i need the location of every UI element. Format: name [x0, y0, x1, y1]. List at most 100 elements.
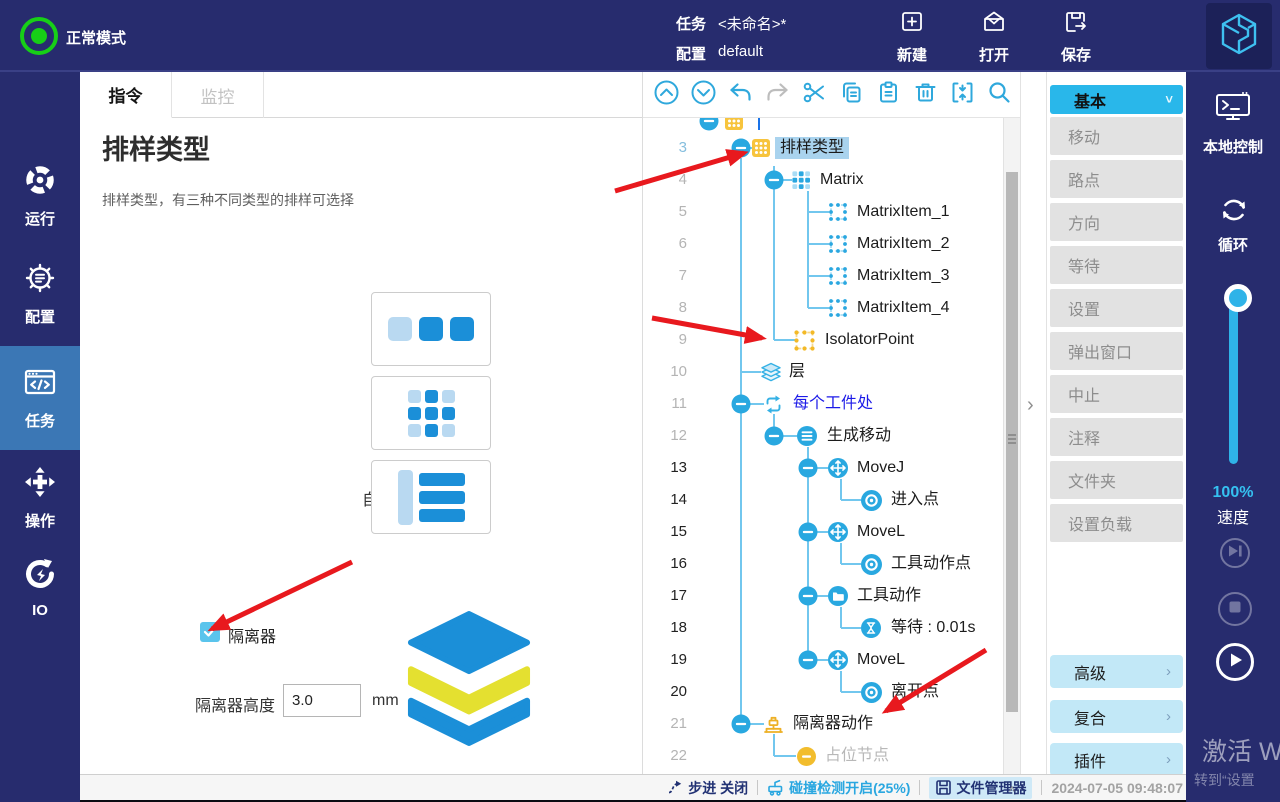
tree-node-label[interactable]: MatrixItem_3: [857, 265, 949, 287]
terminal-icon[interactable]: [1214, 90, 1252, 131]
isolator-height-input[interactable]: [283, 684, 361, 717]
tree-connector: [841, 499, 861, 501]
collision-detect[interactable]: 碰撞检测开启(25%): [767, 778, 910, 798]
option-line-button[interactable]: [371, 292, 491, 366]
play-button[interactable]: [1216, 643, 1254, 681]
option-custom-button[interactable]: [371, 460, 491, 534]
move-up-button[interactable]: [653, 81, 680, 108]
config-value[interactable]: default: [718, 43, 763, 64]
tree-row-number: 17: [643, 585, 687, 607]
collapse-toggle[interactable]: [731, 138, 751, 163]
isolator-checkbox[interactable]: [200, 622, 220, 642]
tree-node-label[interactable]: 生成移动: [827, 425, 891, 447]
copy-button[interactable]: [838, 81, 865, 108]
collapse-icon: [949, 79, 976, 111]
cycle-icon[interactable]: [1216, 192, 1252, 233]
palette-item-5[interactable]: 设置: [1050, 289, 1183, 327]
pattern-square: [450, 317, 474, 341]
palette-item-8[interactable]: 注释: [1050, 418, 1183, 456]
palette-header-basic[interactable]: 基本 ˅: [1050, 85, 1183, 114]
palette-item-1[interactable]: 移动: [1050, 117, 1183, 155]
option-matrix-button[interactable]: [371, 376, 491, 450]
tree-node-label[interactable]: 等待 : 0.01s: [891, 617, 975, 639]
sidebar-item-task[interactable]: 任务: [0, 346, 80, 450]
open-button[interactable]: 打开: [966, 8, 1022, 65]
delete-button[interactable]: [912, 81, 939, 108]
tree-node-label[interactable]: Matrix: [820, 169, 864, 191]
palette-item-2[interactable]: 路点: [1050, 160, 1183, 198]
palette-item-7[interactable]: 中止: [1050, 375, 1183, 413]
tree-node-label[interactable]: MatrixItem_2: [857, 233, 949, 255]
palette-item-6[interactable]: 弹出窗口: [1050, 332, 1183, 370]
tree-node-label[interactable]: MoveL: [857, 649, 905, 671]
palette-group-plugin[interactable]: 插件›: [1050, 743, 1183, 776]
tree-node-label[interactable]: 工具动作: [857, 585, 921, 607]
search-button[interactable]: [986, 81, 1013, 108]
speed-slider-handle[interactable]: [1224, 284, 1252, 312]
save-button[interactable]: 保存: [1048, 8, 1104, 65]
tree-node-label[interactable]: MatrixItem_4: [857, 297, 949, 319]
tree-node-label[interactable]: 隔离器动作: [793, 713, 873, 735]
tree-node-label[interactable]: 进入点: [891, 489, 939, 511]
tree-node-label[interactable]: 离开点: [891, 681, 939, 703]
undo-button[interactable]: [727, 81, 754, 108]
dotgrid-yellow-icon: [752, 139, 770, 157]
task-value[interactable]: <未命名>*: [718, 13, 786, 34]
palette-item-3[interactable]: 方向: [1050, 203, 1183, 241]
sidebar-item-config[interactable]: 配置: [0, 254, 80, 334]
palette-item-9[interactable]: 文件夹: [1050, 461, 1183, 499]
palette-item-10[interactable]: 设置负载: [1050, 504, 1183, 542]
step-mode-label: 步进 关闭: [688, 778, 748, 798]
tree-row-number: 5: [643, 201, 687, 223]
collapse-toggle[interactable]: [798, 586, 818, 611]
redo-icon: [764, 79, 791, 111]
collapse-toggle[interactable]: [764, 170, 784, 195]
collapse-toggle[interactable]: [731, 394, 751, 419]
collapse-toggle[interactable]: [731, 714, 751, 739]
app-logo: [1206, 3, 1272, 69]
palette-group-advanced[interactable]: 高级›: [1050, 655, 1183, 688]
step-mode[interactable]: 步进 关闭: [667, 778, 748, 798]
speed-slider-track[interactable]: [1229, 298, 1238, 464]
collapse-all-button[interactable]: [949, 81, 976, 108]
tree-node-label[interactable]: 排样类型: [775, 137, 849, 159]
scroll-up-icon[interactable]: ˄: [1004, 784, 1020, 796]
tree-connector: [740, 158, 742, 724]
tree-node-label[interactable]: IsolatorPoint: [825, 329, 914, 351]
tree-node-label[interactable]: MatrixItem_1: [857, 201, 949, 223]
move-down-button[interactable]: [690, 81, 717, 108]
sidebar-item-io[interactable]: IO: [0, 548, 80, 628]
line-pattern-icon: [388, 317, 474, 341]
tree-connector: [841, 627, 861, 629]
palette-item-4[interactable]: 等待: [1050, 246, 1183, 284]
circle-up-icon: [653, 79, 680, 111]
tab-instruction[interactable]: 指令: [80, 72, 172, 118]
scrollbar-thumb[interactable]: [1006, 172, 1018, 712]
tree-node-label[interactable]: MoveJ: [857, 457, 904, 479]
pattern-square: [408, 424, 421, 437]
cut-button[interactable]: [801, 81, 828, 108]
paste-button[interactable]: [875, 81, 902, 108]
new-button[interactable]: 新建: [884, 8, 940, 65]
collapse-toggle[interactable]: [798, 458, 818, 483]
collapse-toggle[interactable]: [798, 650, 818, 675]
collapse-toggle[interactable]: [798, 522, 818, 547]
tree-node-label[interactable]: 占位节点: [825, 745, 889, 767]
tree-connector: [773, 734, 775, 756]
tree-scrollbar[interactable]: ˄ ˅: [1003, 118, 1020, 774]
sidebar-item-run[interactable]: 运行: [0, 156, 80, 236]
layers-icon: [760, 362, 782, 383]
tab-bar: 指令监控: [80, 72, 642, 118]
palette-group-composite[interactable]: 复合›: [1050, 700, 1183, 733]
circle-target-icon: [860, 553, 883, 576]
collapse-toggle[interactable]: [764, 426, 784, 451]
tab-monitor[interactable]: 监控: [172, 72, 264, 118]
dashsquare-blue-icon: [828, 298, 848, 318]
sidebar-item-ops[interactable]: 操作: [0, 456, 80, 540]
tree-node-label[interactable]: 层: [789, 361, 805, 383]
expand-panel-icon[interactable]: ›: [1027, 394, 1034, 417]
tree-node-label[interactable]: 工具动作点: [891, 553, 971, 575]
tree-node-label[interactable]: 每个工件处: [793, 393, 873, 415]
activate-watermark-line2: 转到“设置: [1194, 770, 1255, 790]
tree-node-label[interactable]: MoveL: [857, 521, 905, 543]
